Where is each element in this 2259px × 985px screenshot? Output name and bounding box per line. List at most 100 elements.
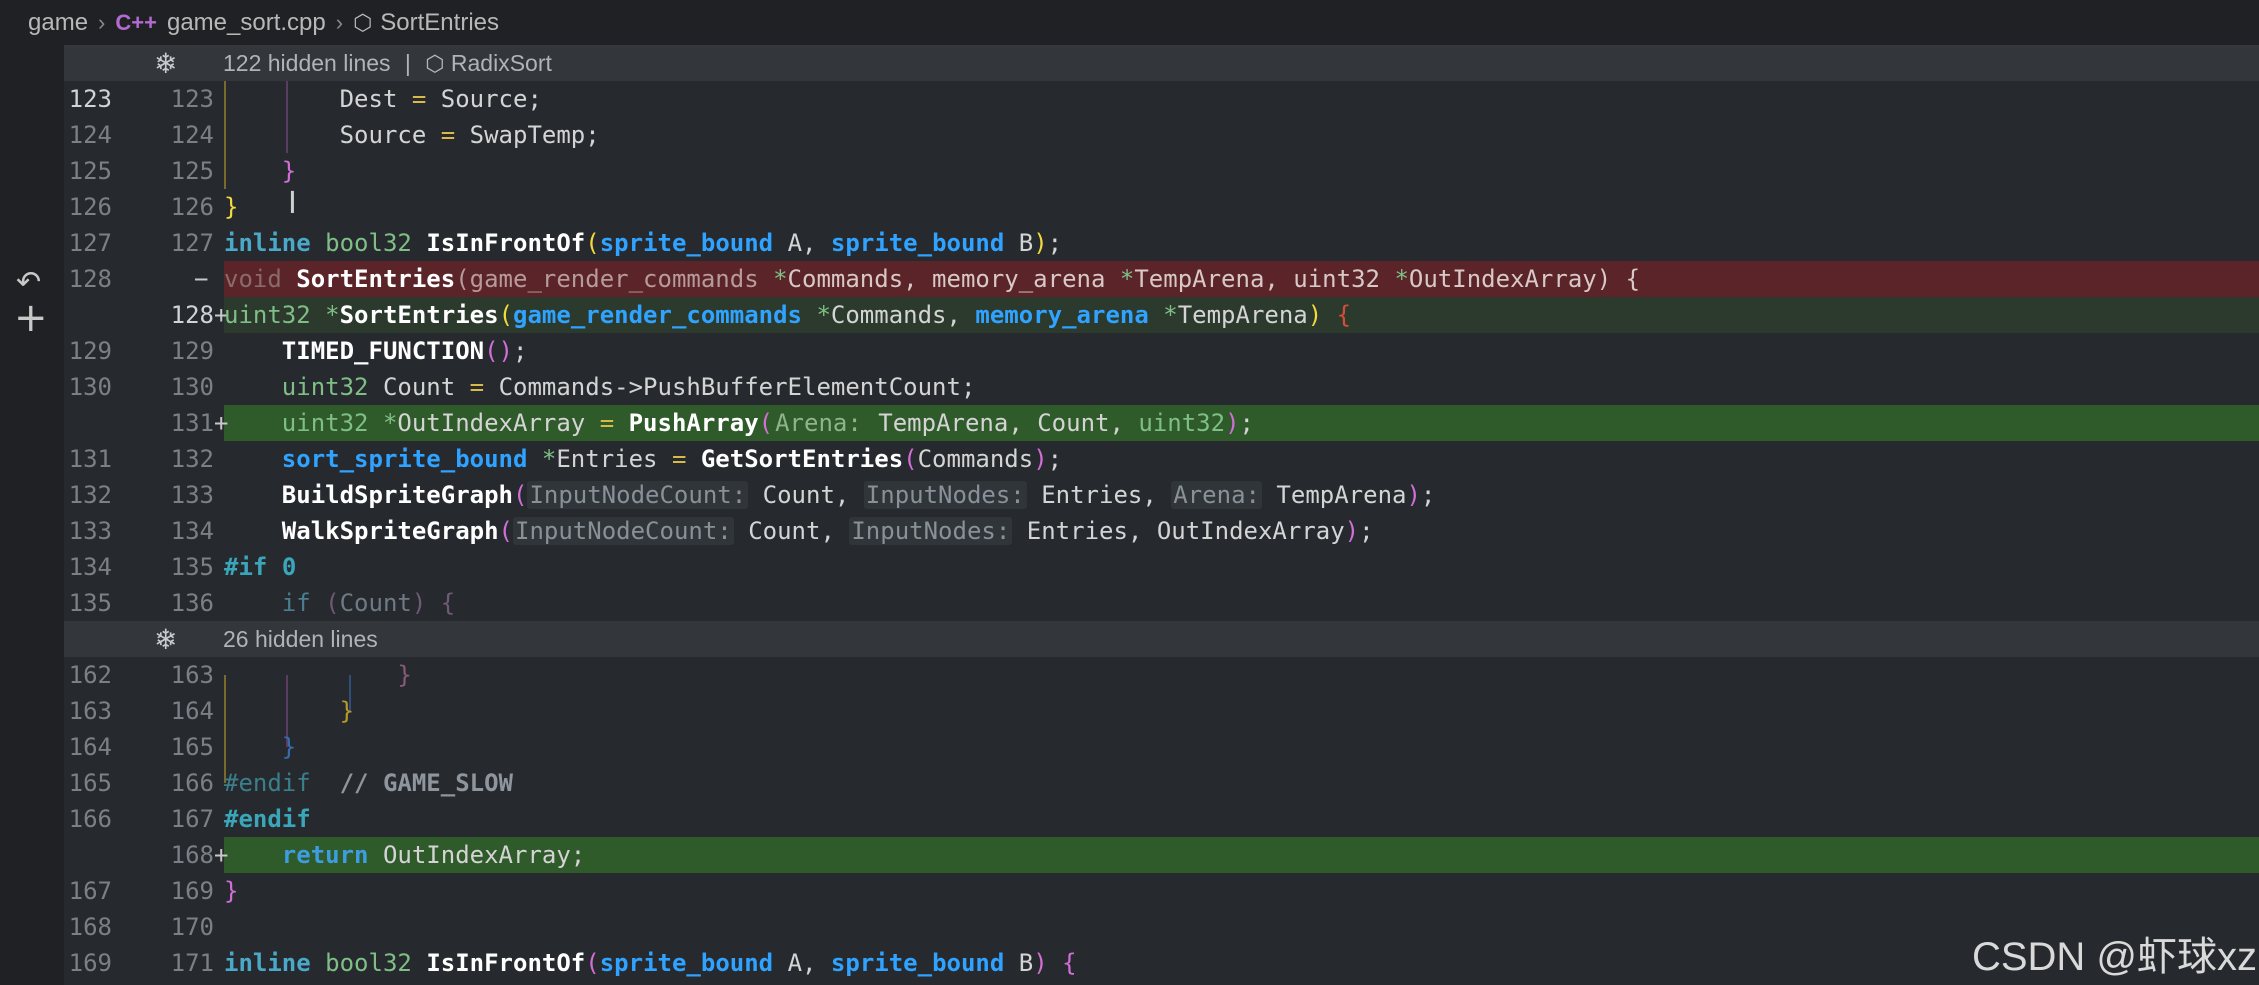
hidden-lines-banner[interactable]: ❄ 122 hidden lines | ⬡ RadixSort	[64, 45, 2259, 81]
line-number-new: 136	[170, 589, 214, 617]
watermark: CSDN @虾球xz	[1971, 935, 2257, 979]
code-text: #endif // GAME_SLOW	[224, 769, 513, 797]
code-line[interactable]: 131 132 sort_sprite_bound *Entries = Get…	[64, 441, 2259, 477]
left-gutter: ↶ +	[0, 45, 64, 985]
line-number-old	[64, 297, 112, 333]
code-text: }	[224, 877, 239, 905]
code-line[interactable]: 169 171 inline bool32 IsInFrontOf(sprite…	[64, 945, 2259, 981]
code-line-removed[interactable]: 128 − void SortEntries(game_render_comma…	[64, 261, 2259, 297]
code-text: TIMED_FUNCTION();	[281, 337, 528, 365]
code-text: #endif	[224, 805, 311, 833]
line-number-old: 129	[68, 337, 112, 365]
code-line-added[interactable]: 128 + uint32 *SortEntries(game_render_co…	[64, 297, 2259, 333]
line-number-old: 125	[68, 157, 112, 185]
code-text: sort_sprite_bound *Entries = GetSortEntr…	[281, 445, 1063, 473]
line-number-new: 170	[170, 913, 214, 941]
code-line[interactable]: 167 169 }	[64, 873, 2259, 909]
line-number-new: 134	[170, 517, 214, 545]
code-text: #if 0	[224, 553, 297, 581]
chevron-right-icon: ›	[98, 9, 106, 35]
line-number-new: 165	[170, 733, 214, 761]
code-line[interactable]: 134 135 #if 0	[64, 549, 2259, 585]
code-line-added[interactable]: 168 + return OutIndexArray;	[64, 837, 2259, 873]
code-text: Source = SwapTemp;	[339, 121, 600, 149]
code-line[interactable]: 164 165 }	[64, 729, 2259, 765]
breadcrumb-item-symbol[interactable]: SortEntries	[380, 9, 499, 37]
code-line[interactable]: 162 163 }	[64, 657, 2259, 693]
code-text: }	[224, 661, 412, 689]
code-line-added[interactable]: 131 + uint32 *OutIndexArray = PushArray(…	[64, 405, 2259, 441]
line-number-new: 126	[170, 193, 214, 221]
line-number-old: 169	[68, 949, 112, 977]
line-number-old: 166	[68, 805, 112, 833]
code-text: uint32 *OutIndexArray = PushArray(Arena:…	[281, 409, 1254, 437]
code-text: }	[224, 697, 355, 725]
code-text: }	[224, 157, 297, 185]
chevron-right-icon: ›	[335, 9, 344, 35]
code-text: }	[224, 733, 297, 761]
line-number-new: 131	[170, 409, 214, 437]
code-line[interactable]: 133 134 WalkSpriteGraph(InputNodeCount: …	[64, 513, 2259, 549]
code-text: inline bool32 IsInFrontOf(sprite_bound A…	[224, 949, 1077, 977]
code-line[interactable]: 124 124 Source = SwapTemp;	[64, 117, 2259, 153]
hidden-lines-banner[interactable]: ❄ 26 hidden lines	[64, 621, 2259, 657]
line-number-new: 133	[170, 481, 214, 509]
line-number-old: 126	[68, 193, 112, 221]
code-line[interactable]: 125 125 }	[64, 153, 2259, 189]
line-number-new: 127	[170, 229, 214, 257]
line-number-old: 168	[68, 913, 112, 941]
line-number-old: 132	[68, 481, 112, 509]
code-line[interactable]: 130 130 uint32 Count = Commands->PushBuf…	[64, 369, 2259, 405]
line-number-new: 166	[170, 769, 214, 797]
code-text: Dest = Source;	[339, 85, 542, 113]
code-text: }	[224, 193, 239, 221]
line-number-old: 135	[68, 589, 112, 617]
line-number-old: 127	[68, 229, 112, 257]
code-line[interactable]: 126 126 }	[64, 189, 2259, 225]
code-text: return OutIndexArray;	[281, 841, 586, 869]
line-number-old: 124	[68, 121, 112, 149]
unfold-icon[interactable]: ❄	[154, 47, 177, 80]
line-number-old: 131	[68, 445, 112, 473]
code-line[interactable]: 129 129 TIMED_FUNCTION();	[64, 333, 2259, 369]
code-line[interactable]: 135 136 if (Count) {	[64, 585, 2259, 621]
code-line[interactable]: 163 164 }	[64, 693, 2259, 729]
line-number-new: 124	[170, 121, 214, 149]
line-number-old: 128	[68, 265, 112, 293]
line-number-new: 163	[170, 661, 214, 689]
line-number-old: 162	[68, 661, 112, 689]
hidden-lines-count: 122 hidden lines	[223, 49, 391, 76]
line-number-old: 165	[68, 769, 112, 797]
line-number-new: 128	[170, 301, 214, 329]
code-text: uint32 *SortEntries(game_render_commands…	[224, 301, 1352, 329]
diff-editor[interactable]: ❄ 122 hidden lines | ⬡ RadixSort 123 123…	[64, 45, 2259, 985]
breadcrumb: game › C++ game_sort.cpp › ⬡ SortEntries	[0, 0, 2259, 45]
code-text: uint32 Count = Commands->PushBufferEleme…	[281, 373, 976, 401]
hidden-lines-symbol: RadixSort	[450, 49, 552, 76]
line-number-old: 164	[68, 733, 112, 761]
line-number-new: 171	[170, 949, 214, 977]
removed-marker: −	[194, 265, 209, 293]
symbol-method-icon: ⬡	[425, 50, 445, 76]
code-line[interactable]: 165 166 #endif // GAME_SLOW	[64, 765, 2259, 801]
line-number-old: 134	[68, 553, 112, 581]
breadcrumb-item-folder[interactable]: game	[28, 9, 88, 37]
code-text: WalkSpriteGraph(InputNodeCount: Count, I…	[281, 517, 1374, 545]
line-number-old: 163	[68, 697, 112, 725]
code-line[interactable]: 123 123 Dest = Source;	[64, 81, 2259, 117]
line-number-new: 164	[170, 697, 214, 725]
code-text: void SortEntries(game_render_commands *C…	[224, 265, 1641, 293]
line-number-new: 132	[170, 445, 214, 473]
breadcrumb-item-file[interactable]: game_sort.cpp	[167, 9, 326, 37]
code-line[interactable]: 168 170	[64, 909, 2259, 945]
cpp-file-icon: C++	[115, 9, 157, 35]
line-number-new: 168	[170, 841, 214, 869]
code-text: BuildSpriteGraph(InputNodeCount: Count, …	[281, 481, 1436, 509]
line-number-old	[64, 837, 112, 873]
code-line[interactable]: 127 127 inline bool32 IsInFrontOf(sprite…	[64, 225, 2259, 261]
plus-icon[interactable]: +	[14, 295, 48, 341]
code-line[interactable]: 166 167 #endif	[64, 801, 2259, 837]
code-line[interactable]: 132 133 BuildSpriteGraph(InputNodeCount:…	[64, 477, 2259, 513]
code-text: if (Count) {	[281, 589, 456, 617]
unfold-icon[interactable]: ❄	[154, 623, 177, 656]
